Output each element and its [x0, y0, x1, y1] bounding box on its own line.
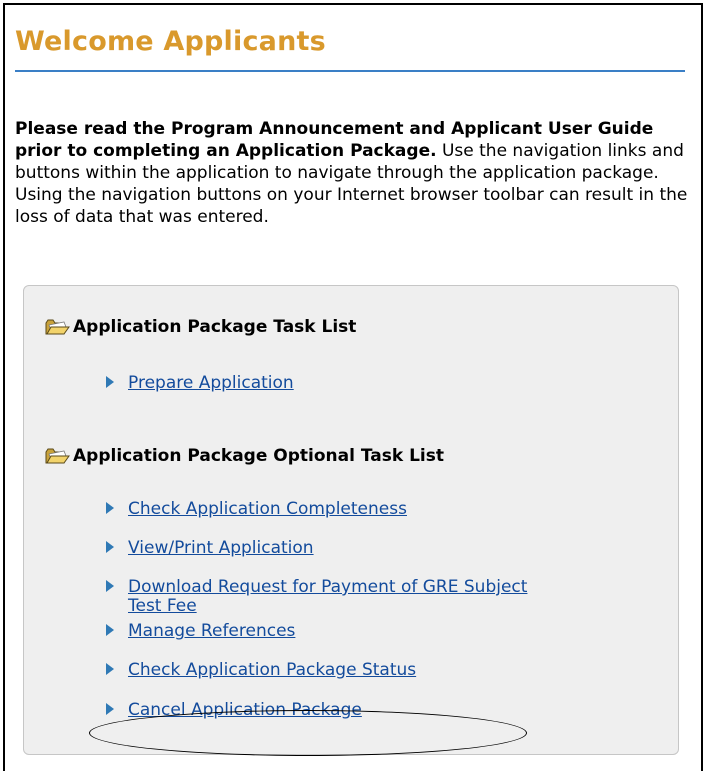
arrow-right-icon — [106, 502, 114, 514]
arrow-right-icon — [106, 663, 114, 675]
task-item-download-gre-fee[interactable]: Download Request for Payment of GRE Subj… — [106, 578, 566, 616]
check-application-package-status-link[interactable]: Check Application Package Status — [128, 661, 416, 680]
open-folder-icon — [45, 319, 70, 335]
arrow-right-icon — [106, 580, 114, 592]
check-application-completeness-link[interactable]: Check Application Completeness — [128, 500, 407, 519]
optional-task-list-heading: Application Package Optional Task List — [44, 446, 444, 466]
arrow-right-icon — [106, 624, 114, 636]
task-item-manage-references[interactable]: Manage References — [106, 622, 295, 641]
task-item-check-completeness[interactable]: Check Application Completeness — [106, 500, 407, 519]
optional-task-list-heading-label: Application Package Optional Task List — [73, 446, 444, 466]
task-panel: Application Package Task List Prepare Ap… — [23, 285, 679, 755]
manage-references-link[interactable]: Manage References — [128, 622, 295, 641]
arrow-right-icon — [106, 703, 114, 715]
cancel-application-package-link[interactable]: Cancel Application Package — [128, 701, 362, 720]
arrow-right-icon — [106, 541, 114, 553]
task-item-view-print[interactable]: View/Print Application — [106, 539, 314, 558]
task-item-cancel-package[interactable]: Cancel Application Package — [106, 701, 362, 720]
task-item-check-package-status[interactable]: Check Application Package Status — [106, 661, 416, 680]
intro-paragraph: Please read the Program Announcement and… — [15, 118, 695, 228]
prepare-application-link[interactable]: Prepare Application — [128, 374, 294, 393]
title-divider — [15, 70, 685, 72]
download-gre-fee-request-link[interactable]: Download Request for Payment of GRE Subj… — [128, 578, 566, 616]
page-title: Welcome Applicants — [15, 26, 326, 57]
task-item-prepare-application[interactable]: Prepare Application — [106, 374, 294, 393]
task-list-heading-label: Application Package Task List — [73, 317, 357, 337]
arrow-right-icon — [106, 376, 114, 388]
view-print-application-link[interactable]: View/Print Application — [128, 539, 314, 558]
open-folder-icon — [45, 448, 70, 464]
task-list-heading: Application Package Task List — [44, 317, 356, 337]
